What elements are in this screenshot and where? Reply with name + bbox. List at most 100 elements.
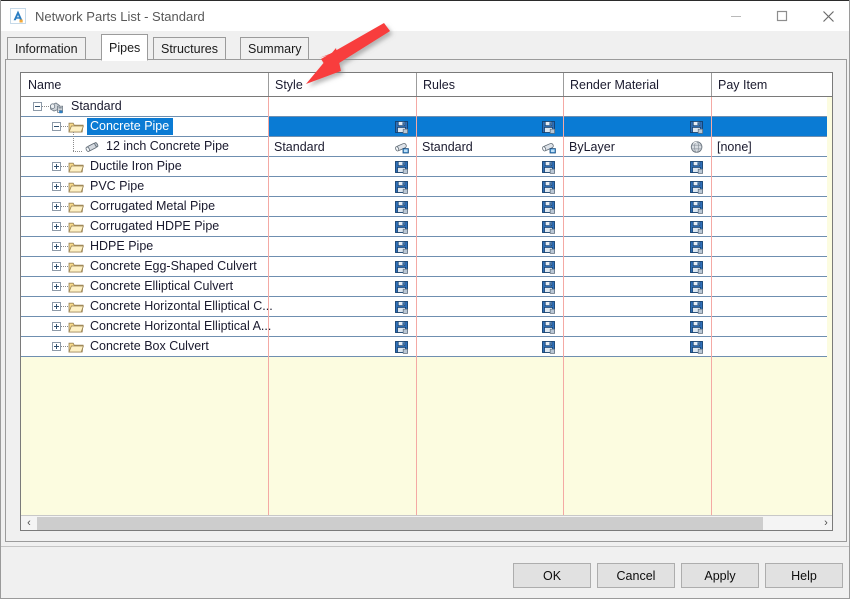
- save-icon[interactable]: [689, 340, 705, 354]
- save-icon[interactable]: [394, 320, 410, 334]
- style-cell[interactable]: [268, 157, 416, 176]
- save-icon[interactable]: [394, 260, 410, 274]
- tab-summary[interactable]: Summary: [240, 37, 310, 60]
- minimize-button[interactable]: [713, 1, 759, 31]
- style-cell[interactable]: Standard: [268, 137, 416, 156]
- ok-button[interactable]: OK: [513, 563, 591, 588]
- render-material-cell[interactable]: [563, 257, 711, 276]
- name-cell[interactable]: Corrugated Metal Pipe: [21, 197, 219, 216]
- table-row[interactable]: Corrugated HDPE Pipe: [21, 217, 827, 237]
- rules-cell[interactable]: [416, 257, 563, 276]
- render-material-cell[interactable]: [563, 277, 711, 296]
- name-cell[interactable]: PVC Pipe: [21, 177, 148, 196]
- save-icon[interactable]: [689, 280, 705, 294]
- scroll-left-arrow-icon[interactable]: ‹: [21, 516, 37, 531]
- maximize-button[interactable]: [759, 1, 805, 31]
- expand-node-icon[interactable]: [52, 182, 61, 191]
- name-cell[interactable]: Concrete Horizontal Elliptical C...: [21, 297, 277, 316]
- pay-item-cell[interactable]: [711, 197, 827, 216]
- style-cell[interactable]: [268, 337, 416, 356]
- pay-item-cell[interactable]: [711, 317, 827, 336]
- scrollbar-thumb[interactable]: [37, 516, 763, 530]
- table-row[interactable]: Concrete Box Culvert: [21, 337, 827, 357]
- save-icon[interactable]: [689, 160, 705, 174]
- render-material-cell[interactable]: [563, 237, 711, 256]
- collapse-node-icon[interactable]: [52, 122, 61, 131]
- render-material-cell[interactable]: [563, 177, 711, 196]
- pipe-style-icon[interactable]: [394, 140, 410, 154]
- expand-node-icon[interactable]: [52, 162, 61, 171]
- table-row[interactable]: PVC Pipe: [21, 177, 827, 197]
- save-icon[interactable]: [689, 220, 705, 234]
- save-icon[interactable]: [689, 320, 705, 334]
- table-row[interactable]: Standard: [21, 97, 827, 117]
- apply-button[interactable]: Apply: [681, 563, 759, 588]
- pay-item-cell[interactable]: [711, 157, 827, 176]
- pay-item-cell[interactable]: [711, 217, 827, 236]
- name-cell[interactable]: Concrete Box Culvert: [21, 337, 213, 356]
- save-icon[interactable]: [689, 260, 705, 274]
- save-icon[interactable]: [541, 320, 557, 334]
- save-icon[interactable]: [394, 200, 410, 214]
- rules-cell[interactable]: [416, 217, 563, 236]
- expand-node-icon[interactable]: [52, 342, 61, 351]
- save-icon[interactable]: [689, 240, 705, 254]
- style-cell[interactable]: [268, 317, 416, 336]
- table-row[interactable]: Concrete Pipe: [21, 117, 827, 137]
- pay-item-cell[interactable]: [none]: [711, 137, 827, 156]
- name-cell[interactable]: Ductile Iron Pipe: [21, 157, 186, 176]
- render-material-cell[interactable]: [563, 337, 711, 356]
- rules-cell[interactable]: Standard: [416, 137, 563, 156]
- save-icon[interactable]: [541, 200, 557, 214]
- column-header-rules[interactable]: Rules: [416, 73, 563, 96]
- parts-grid[interactable]: Name Style Rules Render Material Pay Item St…: [20, 72, 833, 531]
- tab-structures[interactable]: Structures: [153, 37, 226, 60]
- save-icon[interactable]: [689, 180, 705, 194]
- expand-node-icon[interactable]: [52, 242, 61, 251]
- tab-pipes[interactable]: Pipes: [101, 34, 149, 61]
- save-icon[interactable]: [394, 300, 410, 314]
- rules-cell[interactable]: [416, 297, 563, 316]
- save-icon[interactable]: [394, 280, 410, 294]
- style-cell[interactable]: [268, 177, 416, 196]
- expand-node-icon[interactable]: [52, 322, 61, 331]
- column-header-style[interactable]: Style: [268, 73, 416, 96]
- save-icon[interactable]: [541, 180, 557, 194]
- help-button[interactable]: Help: [765, 563, 843, 588]
- render-material-cell[interactable]: [563, 297, 711, 316]
- table-row[interactable]: Concrete Horizontal Elliptical A...: [21, 317, 827, 337]
- expand-node-icon[interactable]: [52, 282, 61, 291]
- collapse-node-icon[interactable]: [33, 102, 42, 111]
- style-cell[interactable]: [268, 277, 416, 296]
- rules-cell[interactable]: [416, 317, 563, 336]
- name-cell[interactable]: Concrete Egg-Shaped Culvert: [21, 257, 261, 276]
- table-row[interactable]: HDPE Pipe: [21, 237, 827, 257]
- save-icon[interactable]: [541, 280, 557, 294]
- rules-cell[interactable]: [416, 177, 563, 196]
- save-icon[interactable]: [541, 300, 557, 314]
- save-icon[interactable]: [541, 120, 557, 134]
- style-cell[interactable]: [268, 97, 416, 116]
- render-material-cell[interactable]: [563, 217, 711, 236]
- pay-item-cell[interactable]: [711, 297, 827, 316]
- rules-cell[interactable]: [416, 97, 563, 116]
- save-icon[interactable]: [541, 260, 557, 274]
- render-material-cell[interactable]: [563, 117, 711, 136]
- style-cell[interactable]: [268, 117, 416, 136]
- name-cell[interactable]: Standard: [21, 97, 126, 116]
- column-header-render-material[interactable]: Render Material: [563, 73, 711, 96]
- horizontal-scrollbar[interactable]: ‹ ›: [21, 515, 832, 531]
- rules-cell[interactable]: [416, 117, 563, 136]
- rules-cell[interactable]: [416, 277, 563, 296]
- save-icon[interactable]: [541, 240, 557, 254]
- pay-item-cell[interactable]: [711, 257, 827, 276]
- expand-node-icon[interactable]: [52, 302, 61, 311]
- table-row[interactable]: Concrete Egg-Shaped Culvert: [21, 257, 827, 277]
- save-icon[interactable]: [394, 340, 410, 354]
- table-row[interactable]: 12 inch Concrete Pipe Standard Standard ByL…: [21, 131, 827, 157]
- style-cell[interactable]: [268, 297, 416, 316]
- pay-item-cell[interactable]: [711, 337, 827, 356]
- name-cell[interactable]: Concrete Horizontal Elliptical A...: [21, 317, 275, 336]
- render-material-cell[interactable]: [563, 197, 711, 216]
- column-resize-handle[interactable]: [268, 73, 269, 96]
